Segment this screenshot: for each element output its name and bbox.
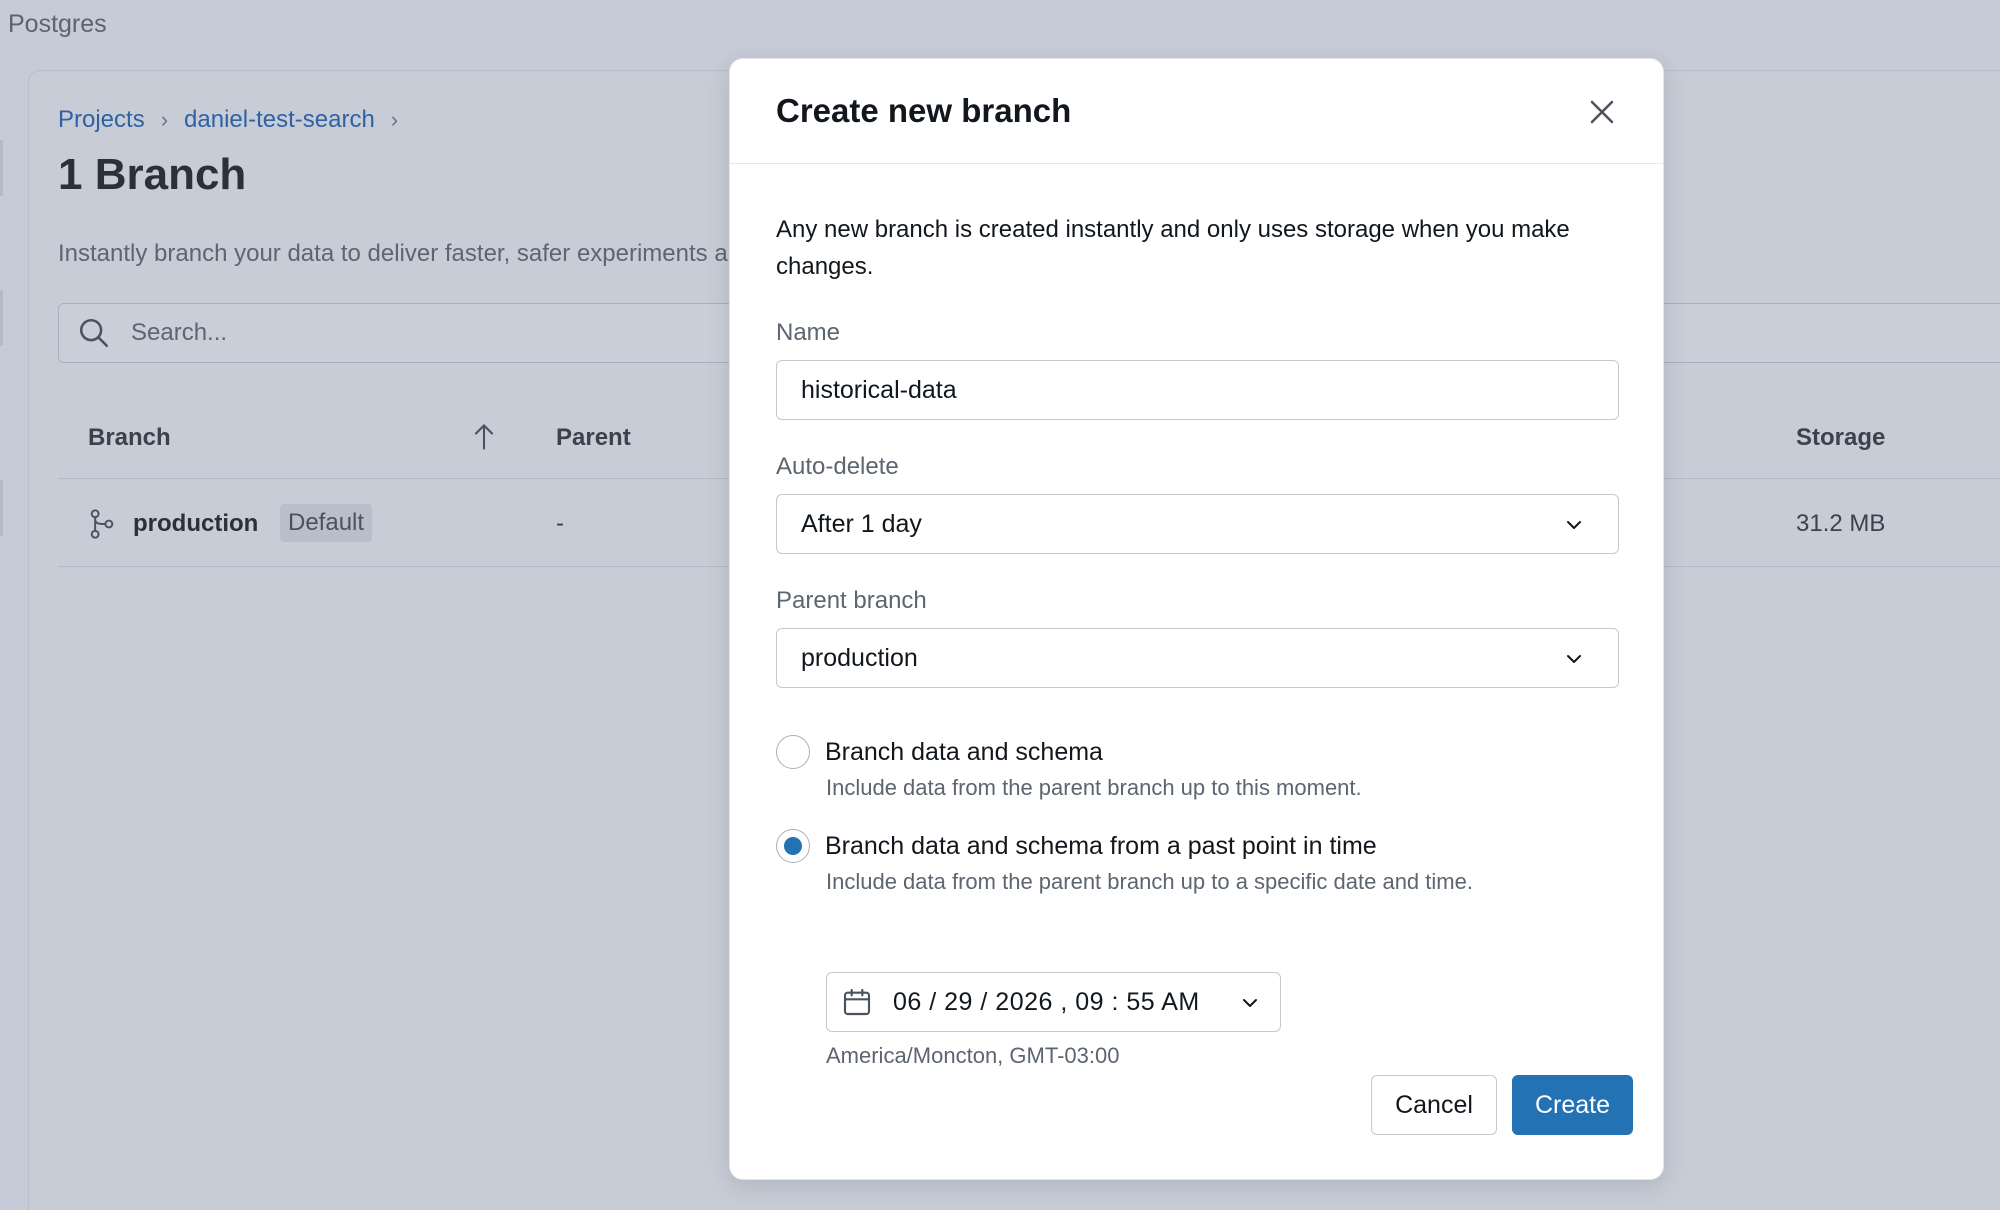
table-cell-parent: - — [556, 510, 564, 537]
column-header-branch[interactable]: Branch — [88, 424, 171, 452]
breadcrumb: Projects › daniel-test-search › — [58, 106, 398, 134]
table-cell-branch[interactable]: production — [133, 510, 258, 538]
radio-current-data[interactable] — [776, 735, 810, 769]
branch-icon — [90, 509, 114, 539]
dialog-title: Create new branch — [776, 92, 1072, 129]
name-input[interactable] — [801, 375, 1594, 405]
search-input[interactable] — [131, 319, 631, 347]
datetime-value: 06 / 29 / 2026 , 09 : 55 AM — [893, 987, 1200, 1016]
create-button[interactable]: Create — [1512, 1075, 1633, 1135]
breadcrumb-project[interactable]: daniel-test-search — [184, 106, 375, 134]
chevron-down-icon — [1567, 521, 1581, 529]
page-title: 1 Branch — [58, 150, 247, 199]
parent-branch-select[interactable]: production — [776, 628, 1619, 688]
column-header-storage[interactable]: Storage — [1796, 424, 1885, 452]
chevron-down-icon — [1243, 999, 1257, 1007]
auto-delete-value: After 1 day — [801, 509, 922, 538]
page-description: Instantly branch your data to deliver fa… — [58, 240, 738, 267]
timezone-label: America/Moncton, GMT-03:00 — [826, 1043, 1120, 1068]
calendar-icon — [843, 988, 871, 1016]
default-badge: Default — [280, 504, 373, 542]
option-label: Branch data and schema from a past point… — [825, 831, 1377, 860]
option-label: Branch data and schema — [825, 737, 1103, 766]
dialog-intro: Any new branch is created instantly and … — [776, 216, 1570, 280]
dialog-header: Create new branch — [730, 59, 1663, 164]
sort-ascending-icon[interactable] — [470, 422, 498, 452]
auto-delete-label: Auto-delete — [776, 453, 899, 480]
chevron-down-icon — [1567, 655, 1581, 663]
option-past-point[interactable]: Branch data and schema from a past point… — [776, 829, 1377, 863]
option-help: Include data from the parent branch up t… — [826, 775, 1362, 800]
chevron-right-icon: › — [160, 107, 169, 132]
auto-delete-select[interactable]: After 1 day — [776, 494, 1619, 554]
table-cell-storage: 31.2 MB — [1796, 510, 1886, 537]
name-field[interactable] — [776, 360, 1619, 420]
create-branch-dialog: Create new branch Any new branch is crea… — [729, 58, 1664, 1180]
parent-branch-value: production — [801, 643, 918, 672]
breadcrumb-projects[interactable]: Projects — [58, 106, 145, 134]
column-header-parent[interactable]: Parent — [556, 424, 631, 452]
option-current-data[interactable]: Branch data and schema — [776, 735, 1103, 769]
app-title: Postgres — [8, 10, 107, 38]
datetime-picker[interactable]: 06 / 29 / 2026 , 09 : 55 AM — [826, 972, 1281, 1032]
name-label: Name — [776, 319, 841, 346]
chevron-right-icon: › — [390, 107, 399, 132]
search-icon — [79, 318, 109, 348]
option-help: Include data from the parent branch up t… — [826, 869, 1473, 894]
left-rail — [0, 0, 4, 1210]
parent-branch-label: Parent branch — [776, 587, 927, 614]
close-icon — [1590, 100, 1614, 124]
radio-past-point[interactable] — [776, 829, 810, 863]
cancel-button[interactable]: Cancel — [1371, 1075, 1497, 1135]
close-button[interactable] — [1587, 97, 1617, 127]
